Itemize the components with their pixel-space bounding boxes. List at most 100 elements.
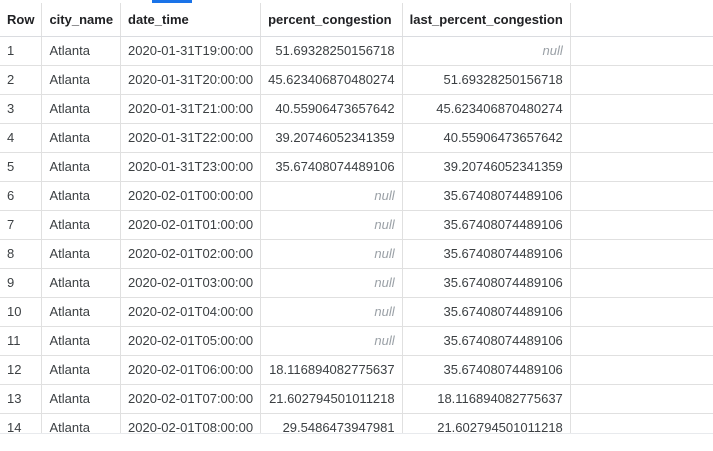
cell-row-number: 11 (0, 326, 43, 356)
cell-city-name: Atlanta (41, 210, 122, 240)
cell-percent-congestion: 35.67408074489106 (260, 152, 403, 182)
bottom-scroll-area (0, 433, 713, 451)
table-row[interactable]: 2 Atlanta 2020-01-31T20:00:00 45.6234068704… (0, 65, 713, 95)
cell-city-name: Atlanta (41, 152, 122, 182)
table-row[interactable]: 1 Atlanta 2020-01-31T19:00:00 51.6932825015… (0, 36, 713, 66)
cell-percent-congestion: null (260, 268, 403, 298)
header-percent-congestion[interactable]: percent_congestion (260, 3, 403, 37)
cell-percent-congestion: 29.5486473947981 (260, 413, 403, 433)
table-row[interactable]: 12 Atlanta 2020-02-01T06:00:00 18.116894082… (0, 355, 713, 385)
cell-percent-congestion: 51.69328250156718 (260, 36, 403, 66)
cell-last-percent-congestion: 35.67408074489106 (402, 326, 571, 356)
table-row[interactable]: 5 Atlanta 2020-01-31T23:00:00 35.6740807448… (0, 152, 713, 182)
cell-row-number: 12 (0, 355, 43, 385)
cell-percent-congestion: null (260, 297, 403, 327)
cell-filler (570, 355, 713, 385)
cell-filler (570, 181, 713, 211)
cell-date-time: 2020-02-01T02:00:00 (120, 239, 262, 269)
header-city-name[interactable]: city_name (41, 3, 122, 37)
cell-percent-congestion: 40.55906473657642 (260, 94, 403, 124)
cell-row-number: 7 (0, 210, 43, 240)
cell-row-number: 6 (0, 181, 43, 211)
cell-city-name: Atlanta (41, 65, 122, 95)
cell-filler (570, 326, 713, 356)
cell-filler (570, 384, 713, 414)
cell-last-percent-congestion: null (402, 36, 571, 66)
cell-last-percent-congestion: 40.55906473657642 (402, 123, 571, 153)
cell-last-percent-congestion: 39.20746052341359 (402, 152, 571, 182)
cell-last-percent-congestion: 35.67408074489106 (402, 210, 571, 240)
cell-row-number: 4 (0, 123, 43, 153)
header-filler (570, 3, 713, 37)
cell-row-number: 14 (0, 413, 43, 433)
table-row[interactable]: 13 Atlanta 2020-02-01T07:00:00 21.602794501… (0, 384, 713, 414)
cell-row-number: 9 (0, 268, 43, 298)
cell-date-time: 2020-02-01T08:00:00 (120, 413, 262, 433)
cell-percent-congestion: 21.602794501011218 (260, 384, 403, 414)
header-date-time[interactable]: date_time (120, 3, 262, 37)
header-row: Row city_name date_time percent_congesti… (0, 3, 713, 37)
cell-row-number: 8 (0, 239, 43, 269)
cell-city-name: Atlanta (41, 94, 122, 124)
cell-row-number: 2 (0, 65, 43, 95)
cell-city-name: Atlanta (41, 123, 122, 153)
cell-row-number: 13 (0, 384, 43, 414)
cell-last-percent-congestion: 45.623406870480274 (402, 94, 571, 124)
cell-percent-congestion: null (260, 326, 403, 356)
cell-city-name: Atlanta (41, 268, 122, 298)
cell-filler (570, 268, 713, 298)
table-row[interactable]: 6 Atlanta 2020-02-01T00:00:00 null 35.674080… (0, 181, 713, 211)
cell-city-name: Atlanta (41, 355, 122, 385)
cell-last-percent-congestion: 35.67408074489106 (402, 239, 571, 269)
cell-filler (570, 297, 713, 327)
cell-date-time: 2020-02-01T04:00:00 (120, 297, 262, 327)
cell-filler (570, 239, 713, 269)
cell-date-time: 2020-01-31T22:00:00 (120, 123, 262, 153)
cell-date-time: 2020-02-01T05:00:00 (120, 326, 262, 356)
results-grid: Row city_name date_time percent_congesti… (0, 3, 713, 433)
header-row-number[interactable]: Row (0, 3, 43, 37)
cell-city-name: Atlanta (41, 239, 122, 269)
cell-percent-congestion: 18.116894082775637 (260, 355, 403, 385)
cell-date-time: 2020-02-01T06:00:00 (120, 355, 262, 385)
cell-percent-congestion: 39.20746052341359 (260, 123, 403, 153)
cell-percent-congestion: null (260, 181, 403, 211)
cell-last-percent-congestion: 35.67408074489106 (402, 355, 571, 385)
cell-row-number: 3 (0, 94, 43, 124)
cell-city-name: Atlanta (41, 413, 122, 433)
table-row[interactable]: 11 Atlanta 2020-02-01T05:00:00 null 35.67408… (0, 326, 713, 356)
cell-percent-congestion: 45.623406870480274 (260, 65, 403, 95)
cell-city-name: Atlanta (41, 36, 122, 66)
cell-row-number: 10 (0, 297, 43, 327)
cell-date-time: 2020-02-01T01:00:00 (120, 210, 262, 240)
cell-date-time: 2020-01-31T20:00:00 (120, 65, 262, 95)
cell-date-time: 2020-01-31T23:00:00 (120, 152, 262, 182)
cell-date-time: 2020-01-31T19:00:00 (120, 36, 262, 66)
cell-percent-congestion: null (260, 210, 403, 240)
cell-date-time: 2020-02-01T03:00:00 (120, 268, 262, 298)
cell-filler (570, 65, 713, 95)
cell-filler (570, 210, 713, 240)
header-last-percent-congestion[interactable]: last_percent_congestion (402, 3, 571, 37)
cell-filler (570, 36, 713, 66)
cell-filler (570, 152, 713, 182)
table-body: 1 Atlanta 2020-01-31T19:00:00 51.6932825015… (0, 36, 713, 433)
cell-last-percent-congestion: 35.67408074489106 (402, 268, 571, 298)
cell-last-percent-congestion: 35.67408074489106 (402, 181, 571, 211)
cell-last-percent-congestion: 21.602794501011218 (402, 413, 571, 433)
results-table: Row city_name date_time percent_congesti… (0, 3, 713, 433)
table-row[interactable]: 7 Atlanta 2020-02-01T01:00:00 null 35.674080… (0, 210, 713, 240)
cell-city-name: Atlanta (41, 297, 122, 327)
table-row[interactable]: 9 Atlanta 2020-02-01T03:00:00 null 35.674080… (0, 268, 713, 298)
cell-filler (570, 94, 713, 124)
table-row[interactable]: 14 Atlanta 2020-02-01T08:00:00 29.548647394… (0, 413, 713, 433)
cell-row-number: 5 (0, 152, 43, 182)
table-row[interactable]: 4 Atlanta 2020-01-31T22:00:00 39.2074605234… (0, 123, 713, 153)
table-row[interactable]: 10 Atlanta 2020-02-01T04:00:00 null 35.67408… (0, 297, 713, 327)
cell-last-percent-congestion: 51.69328250156718 (402, 65, 571, 95)
cell-date-time: 2020-02-01T07:00:00 (120, 384, 262, 414)
cell-filler (570, 123, 713, 153)
cell-last-percent-congestion: 18.116894082775637 (402, 384, 571, 414)
table-row[interactable]: 8 Atlanta 2020-02-01T02:00:00 null 35.674080… (0, 239, 713, 269)
table-row[interactable]: 3 Atlanta 2020-01-31T21:00:00 40.5590647365… (0, 94, 713, 124)
